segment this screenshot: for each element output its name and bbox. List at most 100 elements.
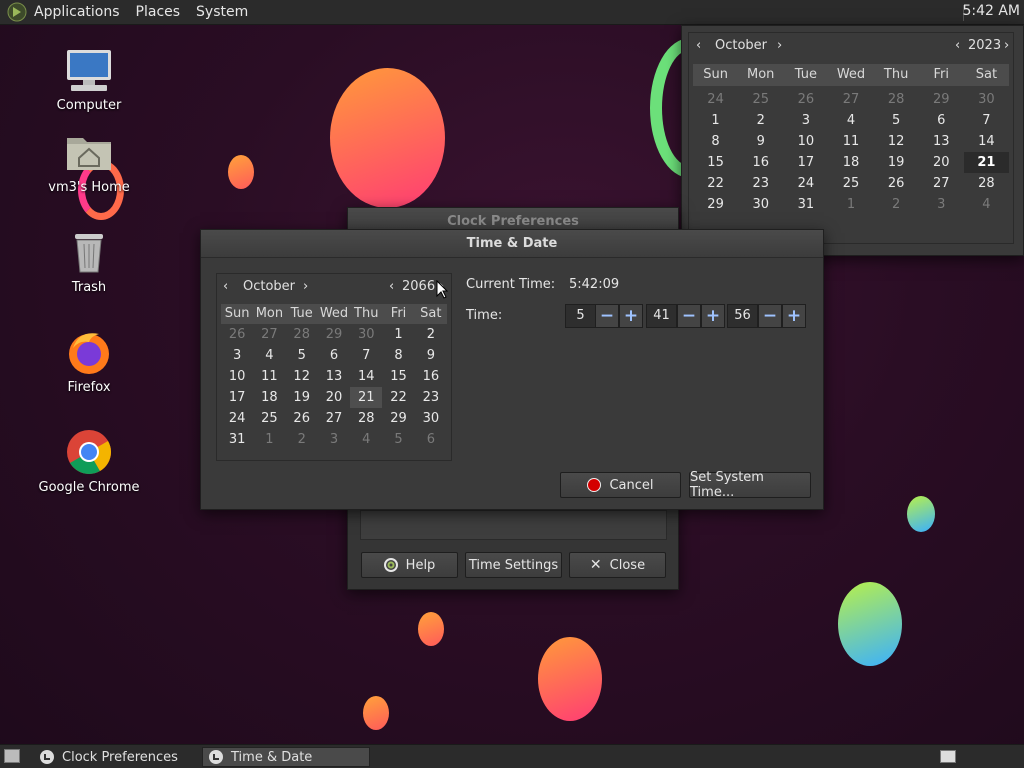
calendar-day[interactable]: 1 <box>253 429 285 450</box>
help-button[interactable]: Help <box>361 552 458 578</box>
time-settings-button[interactable]: Time Settings <box>465 552 562 578</box>
hours-increment-button[interactable]: + <box>619 304 643 328</box>
calendar-day[interactable]: 28 <box>350 408 382 429</box>
calendar-day[interactable]: 11 <box>253 366 285 387</box>
distro-logo-icon[interactable] <box>6 1 28 23</box>
calendar-day[interactable]: 9 <box>415 345 447 366</box>
calendar-day[interactable]: 8 <box>382 345 414 366</box>
calendar-day[interactable]: 5 <box>382 429 414 450</box>
calendar-day[interactable]: 22 <box>693 173 738 194</box>
calendar-day[interactable]: 2 <box>286 429 318 450</box>
calendar-day[interactable]: 3 <box>783 110 828 131</box>
desktop-icon-firefox[interactable]: Firefox <box>34 328 144 395</box>
calendar-day[interactable]: 27 <box>828 89 873 110</box>
calendar-day[interactable]: 3 <box>919 194 964 215</box>
calendar-day[interactable]: 26 <box>783 89 828 110</box>
calendar-day[interactable]: 18 <box>253 387 285 408</box>
panel-clock[interactable]: 5:42 AM <box>962 3 1020 19</box>
calendar-day[interactable]: 12 <box>874 131 919 152</box>
calendar-day[interactable]: 23 <box>415 387 447 408</box>
calendar-day[interactable]: 26 <box>221 324 253 345</box>
calendar-day[interactable]: 4 <box>350 429 382 450</box>
calendar-day[interactable]: 27 <box>919 173 964 194</box>
calendar-day[interactable]: 17 <box>221 387 253 408</box>
calendar-day[interactable]: 24 <box>221 408 253 429</box>
calendar-day[interactable]: 26 <box>874 173 919 194</box>
month-prev-button[interactable]: ‹ <box>696 38 701 53</box>
minutes-increment-button[interactable]: + <box>701 304 725 328</box>
calendar-day[interactable]: 7 <box>350 345 382 366</box>
calendar-day[interactable]: 2 <box>415 324 447 345</box>
calendar-day[interactable]: 6 <box>318 345 350 366</box>
calendar-day[interactable]: 5 <box>286 345 318 366</box>
calendar-day[interactable]: 10 <box>783 131 828 152</box>
calendar-day[interactable]: 22 <box>382 387 414 408</box>
cancel-button[interactable]: Cancel <box>560 472 681 498</box>
calendar-day[interactable]: 1 <box>828 194 873 215</box>
calendar-day[interactable]: 1 <box>693 110 738 131</box>
set-system-time-button[interactable]: Set System Time... <box>689 470 811 500</box>
desktop-icon-computer[interactable]: Computer <box>34 46 144 113</box>
calendar-day[interactable]: 25 <box>253 408 285 429</box>
calendar-day[interactable]: 10 <box>221 366 253 387</box>
calendar-day[interactable]: 30 <box>415 408 447 429</box>
calendar-day[interactable]: 4 <box>828 110 873 131</box>
calendar-day[interactable]: 28 <box>964 173 1009 194</box>
calendar-day[interactable]: 19 <box>286 387 318 408</box>
calendar-day[interactable]: 15 <box>382 366 414 387</box>
system-menu[interactable]: System <box>196 4 248 20</box>
calendar-day[interactable]: 5 <box>874 110 919 131</box>
taskbar-item-clock-preferences[interactable]: Clock Preferences <box>34 747 200 767</box>
calendar-day[interactable]: 6 <box>919 110 964 131</box>
calendar-day[interactable]: 23 <box>738 173 783 194</box>
calendar-day[interactable]: 21 <box>350 387 383 408</box>
calendar-day[interactable]: 6 <box>415 429 447 450</box>
calendar-day[interactable]: 29 <box>382 408 414 429</box>
calendar-day[interactable]: 16 <box>415 366 447 387</box>
calendar-day[interactable]: 16 <box>738 152 783 173</box>
year-prev-button[interactable]: ‹ <box>955 38 960 53</box>
workspace-switcher-icon[interactable] <box>940 750 956 763</box>
calendar-day[interactable]: 27 <box>318 408 350 429</box>
calendar-day[interactable]: 28 <box>874 89 919 110</box>
calendar-day[interactable]: 24 <box>783 173 828 194</box>
calendar-day[interactable]: 29 <box>693 194 738 215</box>
calendar-day[interactable]: 4 <box>253 345 285 366</box>
calendar-day[interactable]: 30 <box>350 324 382 345</box>
year-next-button[interactable]: › <box>1004 38 1009 53</box>
calendar-day[interactable]: 15 <box>693 152 738 173</box>
calendar-day[interactable]: 2 <box>738 110 783 131</box>
seconds-increment-button[interactable]: + <box>782 304 806 328</box>
taskbar-item-time-date[interactable]: Time & Date <box>202 747 370 767</box>
year-prev-button[interactable]: ‹ <box>389 279 394 294</box>
calendar-day[interactable]: 14 <box>964 131 1009 152</box>
calendar-day[interactable]: 12 <box>286 366 318 387</box>
calendar-day[interactable]: 20 <box>919 152 964 173</box>
calendar-day[interactable]: 31 <box>221 429 253 450</box>
calendar-day[interactable]: 31 <box>783 194 828 215</box>
calendar-day[interactable]: 17 <box>783 152 828 173</box>
hours-decrement-button[interactable]: − <box>595 304 619 328</box>
calendar-day[interactable]: 28 <box>286 324 318 345</box>
calendar-day[interactable]: 2 <box>874 194 919 215</box>
calendar-day[interactable]: 27 <box>253 324 285 345</box>
date-calendar[interactable]: ‹ October › ‹ 2066 › SunMonTueWedThuFriS… <box>216 273 452 461</box>
calendar-day[interactable]: 29 <box>919 89 964 110</box>
calendar-day[interactable]: 13 <box>919 131 964 152</box>
calendar-day[interactable]: 30 <box>738 194 783 215</box>
month-next-button[interactable]: › <box>303 279 308 294</box>
seconds-decrement-button[interactable]: − <box>758 304 782 328</box>
calendar-day[interactable]: 21 <box>963 152 1009 173</box>
desktop-icon-home[interactable]: vm3's Home <box>34 128 144 195</box>
calendar-day[interactable]: 30 <box>964 89 1009 110</box>
close-button[interactable]: ✕ Close <box>569 552 666 578</box>
minutes-decrement-button[interactable]: − <box>677 304 701 328</box>
applications-menu[interactable]: Applications <box>34 4 120 20</box>
seconds-field[interactable]: 56 <box>727 304 758 328</box>
hours-field[interactable]: 5 <box>565 304 596 328</box>
show-desktop-icon[interactable] <box>4 749 20 763</box>
desktop-icon-trash[interactable]: Trash <box>34 228 144 295</box>
calendar-day[interactable]: 20 <box>318 387 350 408</box>
calendar-day[interactable]: 29 <box>318 324 350 345</box>
calendar-day[interactable]: 14 <box>350 366 382 387</box>
